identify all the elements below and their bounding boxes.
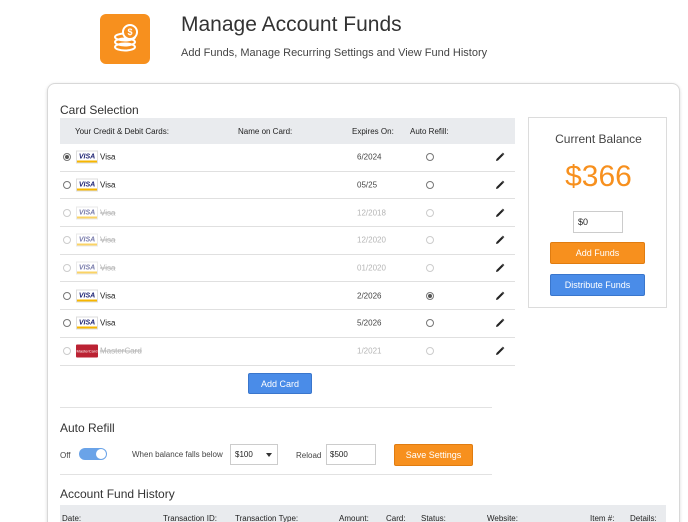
card-rows: VISA Visa 6/2024 VISA Visa 05/25 VISA Visa 12/20… — [60, 144, 515, 366]
col-name: Name on Card: — [238, 126, 293, 136]
history-col-date: Date: — [62, 514, 82, 522]
fund-amount-input[interactable] — [573, 211, 623, 233]
card-row[interactable]: VISA Visa 12/2018 — [60, 199, 515, 228]
history-col-status: Status: — [421, 514, 446, 522]
card-expiry: 2/2026 — [357, 291, 382, 301]
card-row[interactable]: VISA Visa 12/2020 — [60, 227, 515, 255]
reload-input[interactable] — [326, 444, 376, 465]
pencil-icon[interactable] — [495, 291, 505, 301]
history-col-amount: Amount: — [339, 514, 369, 522]
auto-refill-radio[interactable] — [426, 291, 434, 300]
pencil-icon[interactable] — [495, 346, 505, 356]
card-select-radio[interactable] — [63, 181, 71, 190]
auto-refill-radio[interactable] — [426, 319, 434, 328]
history-col-item: Item #: — [590, 514, 615, 522]
card-brand-name: Visa — [100, 318, 116, 328]
visa-logo-icon: VISA — [76, 289, 98, 303]
history-col-transaction-type: Transaction Type: — [235, 514, 299, 522]
threshold-select[interactable]: $100 — [230, 444, 278, 465]
visa-logo-icon: VISA — [76, 316, 98, 330]
card-brand-name: Visa — [100, 235, 116, 245]
card-expiry: 05/25 — [357, 180, 378, 190]
card-brand-name: Visa — [100, 208, 116, 218]
add-card-button[interactable]: Add Card — [248, 373, 312, 394]
history-col-transaction-id: Transaction ID: — [163, 514, 217, 522]
card-select-radio[interactable] — [63, 236, 71, 245]
distribute-funds-button[interactable]: Distribute Funds — [550, 274, 645, 296]
mastercard-logo-icon: MasterCard — [76, 344, 98, 358]
svg-text:$: $ — [127, 27, 132, 37]
auto-refill-radio[interactable] — [426, 208, 434, 217]
page-title: Manage Account Funds — [181, 13, 402, 36]
auto-refill-radio[interactable] — [426, 153, 434, 162]
card-brand-name: Visa — [100, 152, 116, 162]
card-select-radio[interactable] — [63, 264, 71, 273]
card-select-radio[interactable] — [63, 347, 71, 356]
card-row[interactable]: MasterCard MasterCard 1/2021 — [60, 338, 515, 366]
card-brand-name: Visa — [100, 180, 116, 190]
card-row[interactable]: VISA Visa 2/2026 — [60, 282, 515, 311]
card-row[interactable]: VISA Visa 05/25 — [60, 172, 515, 200]
history-col-website: Website: — [487, 514, 518, 522]
card-expiry: 1/2021 — [357, 346, 382, 356]
toggle-label: Off — [60, 451, 71, 460]
pencil-icon[interactable] — [495, 235, 505, 245]
auto-refill-toggle[interactable] — [79, 448, 107, 460]
app-icon: $ — [100, 14, 150, 64]
pencil-icon[interactable] — [495, 208, 505, 218]
pencil-icon[interactable] — [495, 263, 505, 273]
section-divider — [60, 407, 492, 408]
card-row[interactable]: VISA Visa 01/2020 — [60, 255, 515, 283]
visa-logo-icon: VISA — [76, 261, 98, 275]
auto-refill-radio[interactable] — [426, 236, 434, 245]
col-expires: Expires On: — [352, 126, 394, 136]
card-brand-name: Visa — [100, 263, 116, 273]
cards-table: Your Credit & Debit Cards: Name on Card:… — [60, 118, 515, 366]
auto-refill-radio[interactable] — [426, 264, 434, 273]
pencil-icon[interactable] — [495, 152, 505, 162]
card-row[interactable]: VISA Visa 6/2024 — [60, 144, 515, 172]
card-select-radio[interactable] — [63, 153, 71, 162]
threshold-label: When balance falls below — [132, 450, 223, 459]
col-cards: Your Credit & Debit Cards: — [75, 126, 169, 136]
card-expiry: 12/2018 — [357, 208, 386, 218]
balance-amount: $366 — [565, 160, 632, 193]
card-selection-title: Card Selection — [60, 103, 139, 117]
chevron-down-icon — [266, 453, 272, 457]
history-table-header: Date: Transaction ID: Transaction Type: … — [60, 505, 666, 522]
section-divider — [60, 474, 492, 475]
history-col-details: Details: — [630, 514, 657, 522]
threshold-value: $100 — [235, 450, 253, 459]
coins-icon: $ — [114, 24, 138, 52]
card-select-radio[interactable] — [63, 319, 71, 328]
visa-logo-icon: VISA — [76, 206, 98, 220]
cards-table-header: Your Credit & Debit Cards: Name on Card:… — [60, 118, 515, 144]
visa-logo-icon: VISA — [76, 150, 98, 164]
card-row[interactable]: VISA Visa 5/2026 — [60, 310, 515, 338]
card-select-radio[interactable] — [63, 208, 71, 217]
balance-label: Current Balance — [555, 132, 642, 146]
visa-logo-icon: VISA — [76, 233, 98, 247]
card-brand-name: MasterCard — [100, 346, 142, 356]
card-expiry: 5/2026 — [357, 318, 382, 328]
card-expiry: 01/2020 — [357, 263, 386, 273]
balance-panel: Current Balance $366 Add Funds Distribut… — [528, 117, 667, 308]
auto-refill-radio[interactable] — [426, 347, 434, 356]
reload-label: Reload — [296, 451, 322, 460]
history-col-card: Card: — [386, 514, 406, 522]
pencil-icon[interactable] — [495, 318, 505, 328]
card-expiry: 12/2020 — [357, 235, 386, 245]
card-select-radio[interactable] — [63, 291, 71, 300]
pencil-icon[interactable] — [495, 180, 505, 190]
auto-refill-title: Auto Refill — [60, 421, 115, 435]
visa-logo-icon: VISA — [76, 178, 98, 192]
card-expiry: 6/2024 — [357, 152, 382, 162]
history-title: Account Fund History — [60, 487, 175, 501]
add-funds-button[interactable]: Add Funds — [550, 242, 645, 264]
save-settings-button[interactable]: Save Settings — [394, 444, 473, 466]
card-brand-name: Visa — [100, 291, 116, 301]
page-subtitle: Add Funds, Manage Recurring Settings and… — [181, 47, 488, 59]
col-auto-refill: Auto Refill: — [410, 126, 449, 136]
auto-refill-radio[interactable] — [426, 181, 434, 190]
